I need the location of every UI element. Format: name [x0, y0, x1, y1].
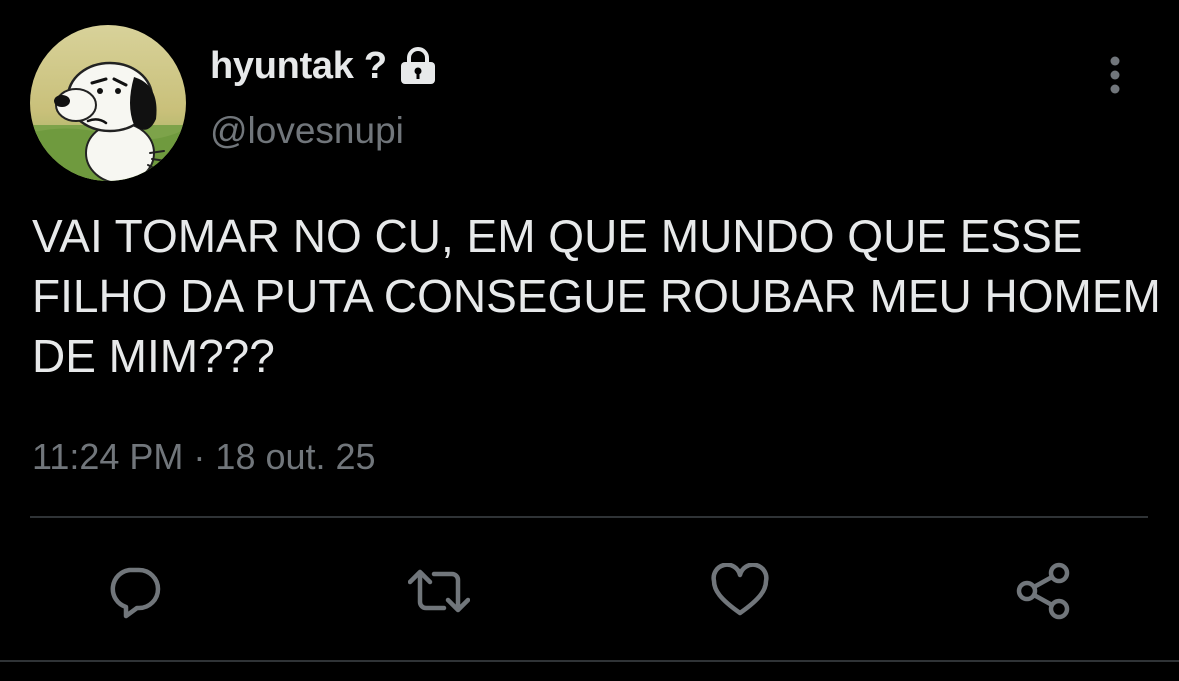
share-button[interactable] [1012, 560, 1074, 622]
avatar[interactable] [30, 25, 186, 181]
tweet-text: VAI TOMAR NO CU, EM QUE MUNDO QUE ESSE F… [32, 210, 1161, 382]
user-handle[interactable]: @lovesnupi [210, 110, 404, 152]
lock-icon [397, 47, 439, 85]
display-name-row: hyuntak ? [210, 44, 439, 88]
like-button[interactable] [709, 560, 771, 622]
divider-bottom [0, 660, 1179, 662]
retweet-icon [408, 569, 470, 613]
retweet-button[interactable] [408, 560, 470, 622]
tweet-time[interactable]: 11:24 PM [32, 436, 183, 478]
snoopy-avatar [30, 25, 186, 181]
tweet-date[interactable]: 18 out. 25 [215, 436, 375, 478]
reply-icon [110, 567, 161, 619]
timestamp-separator: · [193, 436, 206, 477]
reply-button[interactable] [104, 560, 166, 622]
heart-icon [711, 563, 769, 616]
share-icon [1016, 562, 1070, 620]
more-vertical-icon[interactable] [1098, 54, 1132, 96]
divider [30, 516, 1148, 518]
display-name[interactable]: hyuntak ? [210, 45, 387, 88]
timestamp-row: 11:24 PM · 18 out. 25 [32, 436, 376, 478]
